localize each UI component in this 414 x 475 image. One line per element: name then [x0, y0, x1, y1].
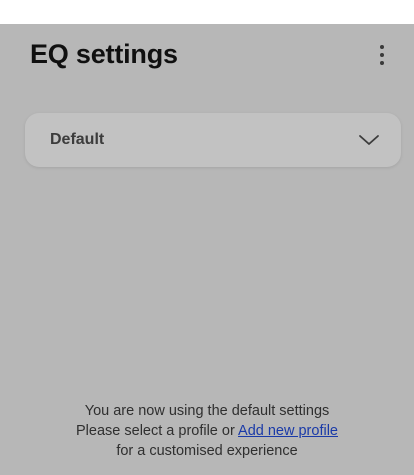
more-options-button[interactable] [368, 38, 396, 72]
app-header: EQ settings [0, 24, 414, 88]
footer-line-1: You are now using the default settings [84, 403, 330, 419]
eq-settings-screen: EQ settings Default You are now using th… [0, 24, 414, 475]
eq-profile-dropdown[interactable]: Default [25, 113, 401, 167]
footer-line-3: for a customised experience [116, 443, 298, 459]
add-new-profile-link[interactable]: Add new profile [238, 423, 338, 439]
more-vertical-icon-dot-3 [380, 61, 384, 65]
selected-profile-label: Default [50, 131, 105, 148]
more-vertical-icon [380, 45, 384, 49]
default-settings-message: You are now using the default settings P… [0, 401, 414, 461]
more-vertical-icon-dot-2 [380, 53, 384, 57]
status-bar [0, 0, 414, 24]
footer-line-2-prefix: Please select a profile or [76, 423, 239, 439]
page-title: EQ settings [30, 39, 178, 69]
footer-line-2: Please select a profile or Add new profi… [0, 421, 414, 441]
chevron-down-icon [359, 135, 379, 145]
